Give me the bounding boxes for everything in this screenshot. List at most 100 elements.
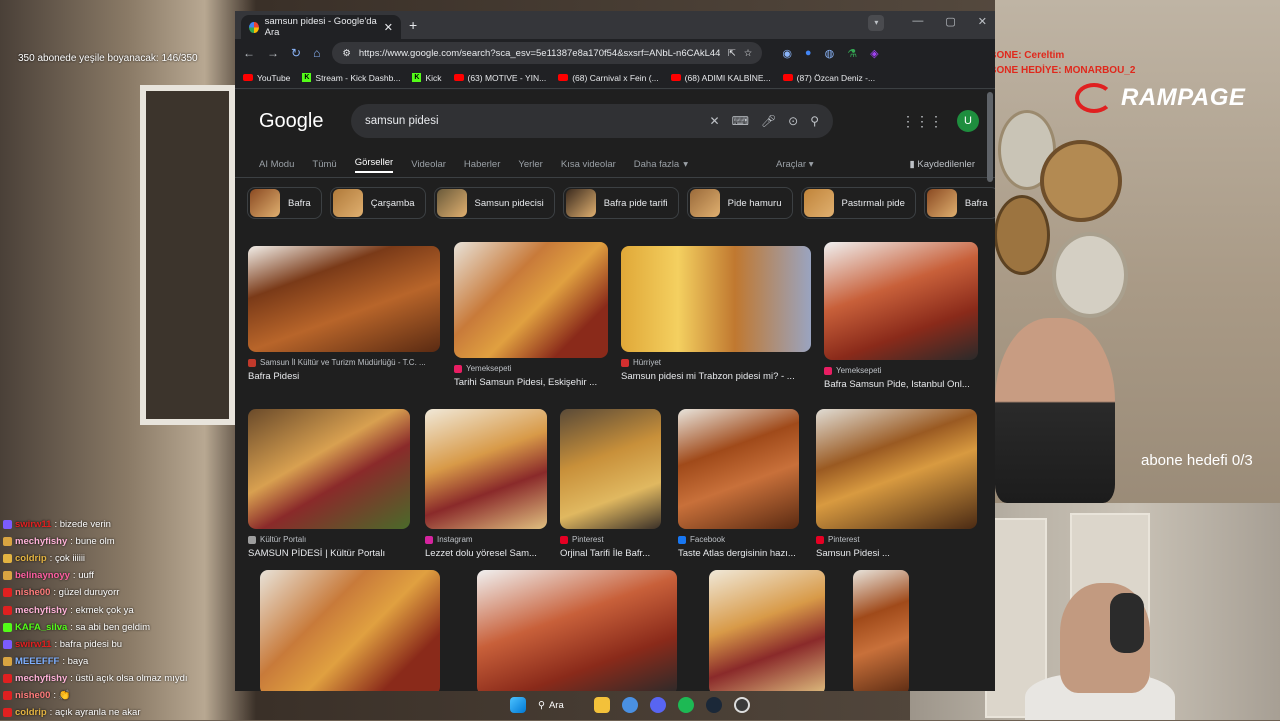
close-tab-icon[interactable]: ✕ <box>384 21 393 34</box>
result-title[interactable]: SAMSUN PİDESİ | Kültür Portalı <box>248 548 410 559</box>
chat-username[interactable]: swirw11 <box>15 639 51 650</box>
bookmark-star-icon[interactable]: ☆ <box>744 48 753 59</box>
image-result[interactable]: Yemeksepeti Tarihi Samsun Pidesi, Eskişeh… <box>454 242 608 388</box>
new-tab-button[interactable]: + <box>409 17 417 33</box>
tab-videolar[interactable]: Videolar <box>411 159 446 170</box>
result-thumbnail[interactable] <box>560 409 661 529</box>
steam-icon[interactable] <box>706 697 722 713</box>
chat-username[interactable]: MEEEFFF <box>15 656 59 667</box>
windows-start-icon[interactable] <box>510 697 526 713</box>
chat-username[interactable]: mechyfishy <box>15 605 67 616</box>
result-thumbnail[interactable] <box>425 409 547 529</box>
search-input[interactable]: samsun pidesi ✕ ⌨ 🎤︎ ⊙ ⚲ <box>351 104 833 138</box>
refinement-chip[interactable]: Samsun pidecisi <box>433 187 555 219</box>
extension-icon[interactable]: ⚗ <box>847 47 857 60</box>
result-title[interactable]: Orjinal Tarifi İle Bafr... <box>560 548 661 559</box>
google-logo[interactable]: Google <box>259 110 351 133</box>
result-title[interactable]: Bafra Samsun Pide, Istanbul Onl... <box>824 379 978 390</box>
bookmark-item[interactable]: K Kick <box>412 73 442 83</box>
tab-tümü[interactable]: Tümü <box>312 159 336 170</box>
image-result[interactable]: Hürriyet Samsun pidesi mi Trabzon pidesi … <box>621 246 811 382</box>
taskbar-search[interactable]: ⚲ Ara <box>538 700 582 711</box>
apps-grid-icon[interactable]: ⋮⋮⋮ <box>901 113 943 130</box>
clear-icon[interactable]: ✕ <box>710 114 720 128</box>
bookmark-item[interactable]: (68) Carnival x Fein (... <box>558 73 659 83</box>
result-thumbnail[interactable] <box>477 570 677 691</box>
refinement-chip[interactable]: Bafra pide tarifi <box>562 187 679 219</box>
site-info-icon[interactable]: ⚙ <box>342 48 351 59</box>
result-thumbnail[interactable] <box>454 242 608 358</box>
tab-yerler[interactable]: Yerler <box>518 159 542 170</box>
result-thumbnail[interactable] <box>248 246 440 352</box>
chat-username[interactable]: coldrip <box>15 553 47 564</box>
extension-icon[interactable]: ◉ <box>782 47 792 60</box>
result-source[interactable]: Pinterest <box>560 535 661 544</box>
refinement-chip[interactable]: Bafra <box>923 187 995 219</box>
image-result[interactable] <box>477 570 677 691</box>
back-icon[interactable]: ← <box>243 46 255 60</box>
tab-kısa-videolar[interactable]: Kısa videolar <box>561 159 616 170</box>
obs-icon[interactable] <box>734 697 750 713</box>
result-source[interactable]: Kültür Portalı <box>248 535 410 544</box>
tab-görseller[interactable]: Görseller <box>354 157 394 173</box>
minimize-button[interactable]: — <box>912 15 923 31</box>
result-title[interactable]: Tarihi Samsun Pidesi, Eskişehir ... <box>454 377 608 388</box>
file-explorer-icon[interactable] <box>594 697 610 713</box>
result-thumbnail[interactable] <box>248 409 410 529</box>
tab-haberler[interactable]: Haberler <box>464 159 500 170</box>
result-thumbnail[interactable] <box>709 570 825 691</box>
browser-taskbar-icon[interactable] <box>622 697 638 713</box>
refinement-chip[interactable]: Pide hamuru <box>686 187 793 219</box>
chat-username[interactable]: KAFA_silva <box>15 622 67 633</box>
result-thumbnail[interactable] <box>824 242 978 360</box>
avatar[interactable]: U <box>957 110 979 132</box>
refinement-chip[interactable]: Çarşamba <box>329 187 426 219</box>
bookmark-item[interactable]: K Stream - Kick Dashb... <box>302 73 400 83</box>
result-source[interactable]: Facebook <box>678 535 799 544</box>
result-title[interactable]: Samsun pidesi mi Trabzon pidesi mi? - ..… <box>621 371 811 382</box>
extension-icon[interactable]: ● <box>805 47 812 60</box>
spotify-icon[interactable] <box>678 697 694 713</box>
image-result[interactable]: Pinterest Orjinal Tarifi İle Bafr... <box>560 409 661 559</box>
tab-daha-fazla[interactable]: Daha fazla <box>634 159 679 170</box>
tab-ai-modu[interactable]: AI Modu <box>259 159 294 170</box>
image-result[interactable]: Instagram Lezzet dolu yöresel Sam... <box>425 409 547 559</box>
result-title[interactable]: Lezzet dolu yöresel Sam... <box>425 548 547 559</box>
close-window-button[interactable]: ✕ <box>978 15 987 31</box>
result-source[interactable]: Pinterest <box>816 535 977 544</box>
tools-menu[interactable]: Araçlar ▾ <box>776 159 814 170</box>
chat-username[interactable]: mechyfishy <box>15 673 67 684</box>
image-result[interactable] <box>260 570 440 691</box>
result-title[interactable]: Samsun Pidesi ... <box>816 548 977 559</box>
image-result[interactable]: Yemeksepeti Bafra Samsun Pide, Istanbul O… <box>824 242 978 390</box>
keyboard-icon[interactable]: ⌨ <box>732 114 749 128</box>
image-result[interactable] <box>709 570 825 691</box>
bookmark-item[interactable]: YouTube <box>243 73 290 83</box>
result-title[interactable]: Taste Atlas dergisinin hazı... <box>678 548 799 559</box>
result-source[interactable]: Yemeksepeti <box>824 366 978 375</box>
browser-tab[interactable]: samsun pidesi - Google'da Ara ✕ <box>241 15 401 39</box>
tab-search-icon[interactable]: ▾ <box>868 15 885 31</box>
saved-link[interactable]: ▮ Kaydedilenler <box>910 159 975 170</box>
image-result[interactable]: Facebook Taste Atlas dergisinin hazı... <box>678 409 799 559</box>
microphone-icon[interactable]: 🎤︎ <box>761 114 776 128</box>
reload-icon[interactable]: ↻ <box>291 46 301 60</box>
address-bar[interactable]: ⚙ https://www.google.com/search?sca_esv=… <box>332 42 763 64</box>
chat-username[interactable]: belinaynoyy <box>15 570 70 581</box>
refinement-chip[interactable]: Pastırmalı pide <box>800 187 916 219</box>
chat-username[interactable]: nishe00 <box>15 587 50 598</box>
search-icon[interactable]: ⚲ <box>810 114 819 128</box>
result-title[interactable]: Bafra Pidesi <box>248 371 440 382</box>
chat-username[interactable]: mechyfishy <box>15 536 67 547</box>
result-thumbnail[interactable] <box>678 409 799 529</box>
result-thumbnail[interactable] <box>621 246 811 352</box>
image-result[interactable] <box>853 570 909 691</box>
result-source[interactable]: Hürriyet <box>621 358 811 367</box>
refinement-chip[interactable]: Bafra <box>247 187 322 219</box>
result-source[interactable]: Yemeksepeti <box>454 364 608 373</box>
result-source[interactable]: Instagram <box>425 535 547 544</box>
image-result[interactable]: Pinterest Samsun Pidesi ... <box>816 409 977 559</box>
chat-username[interactable]: nishe00 <box>15 690 50 701</box>
bookmark-item[interactable]: (87) Özcan Deniz -... <box>782 73 875 83</box>
share-icon[interactable]: ⇱ <box>728 48 736 59</box>
